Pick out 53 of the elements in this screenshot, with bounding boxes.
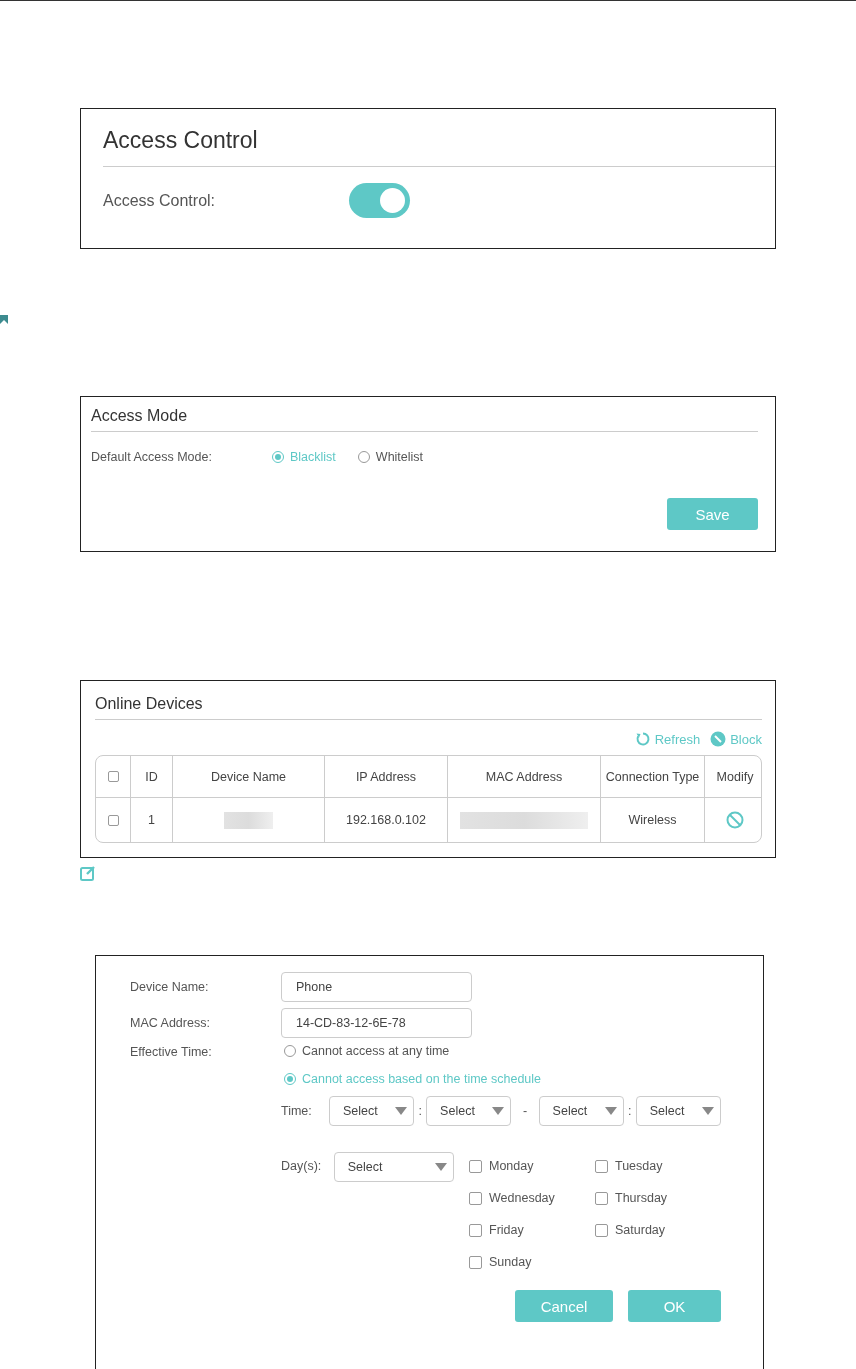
field-label: Effective Time: bbox=[130, 1044, 213, 1061]
separator: : bbox=[627, 1104, 633, 1118]
separator: : bbox=[417, 1104, 423, 1118]
caret-icon bbox=[435, 1163, 447, 1171]
input-field[interactable]: 14-CD-83-12-6E-78 bbox=[281, 1008, 472, 1038]
select-dropdown[interactable]: Select bbox=[635, 1096, 721, 1126]
checkbox[interactable] bbox=[107, 814, 119, 826]
column-header: MAC Address bbox=[448, 756, 601, 798]
select-dropdown[interactable]: Select bbox=[426, 1096, 512, 1126]
column-header: ID bbox=[131, 756, 173, 798]
select-dropdown[interactable]: Select bbox=[329, 1096, 415, 1126]
column-header: Modify bbox=[705, 756, 761, 798]
refresh-icon bbox=[634, 731, 651, 747]
field-label: Default Access Mode: bbox=[91, 450, 213, 464]
radio-option[interactable]: Whitelist bbox=[357, 450, 424, 464]
caret-icon bbox=[395, 1107, 408, 1115]
checkbox[interactable] bbox=[107, 771, 119, 782]
toggle-switch[interactable] bbox=[349, 183, 410, 218]
day-checkbox[interactable]: Saturday bbox=[595, 1223, 721, 1237]
column-header: Connection Type bbox=[601, 756, 705, 798]
day-checkbox[interactable]: Monday bbox=[469, 1159, 595, 1173]
day-checkbox[interactable]: Friday bbox=[469, 1223, 595, 1237]
day-checkbox[interactable]: Sunday bbox=[469, 1255, 595, 1269]
day-checkbox[interactable]: Thursday bbox=[595, 1191, 721, 1205]
day-checkbox[interactable]: Tuesday bbox=[595, 1159, 721, 1173]
column-header: IP Address bbox=[325, 756, 448, 798]
modify-button[interactable] bbox=[726, 811, 744, 829]
field-label: MAC Address: bbox=[130, 1016, 211, 1030]
caret-icon bbox=[604, 1107, 617, 1115]
blurred-text bbox=[224, 811, 273, 829]
panel-title: Access Mode bbox=[91, 407, 758, 432]
block-icon bbox=[710, 731, 727, 747]
day-checkbox[interactable]: Wednesday bbox=[469, 1191, 595, 1205]
panel-title: Online Devices bbox=[95, 695, 762, 720]
column-header: Device Name bbox=[173, 756, 325, 798]
panel-title: Access Control bbox=[103, 127, 775, 167]
select-dropdown[interactable]: Select bbox=[538, 1096, 624, 1126]
caret-icon bbox=[492, 1107, 505, 1115]
edit-icon bbox=[80, 865, 96, 881]
field-label: Access Control: bbox=[103, 191, 217, 210]
radio-option[interactable]: Cannot access at any time bbox=[284, 1044, 699, 1058]
table-cell: 192.168.0.102 bbox=[325, 798, 448, 842]
field-label: Time: bbox=[281, 1104, 313, 1118]
block-icon bbox=[726, 811, 744, 829]
caret-icon bbox=[702, 1107, 714, 1115]
separator: - bbox=[521, 1104, 529, 1118]
table-cell: 1 bbox=[131, 798, 173, 842]
input-field[interactable]: Phone bbox=[281, 972, 472, 1002]
bookmark-icon bbox=[0, 315, 8, 324]
field-label: Device Name: bbox=[130, 980, 210, 994]
select-dropdown[interactable]: Select bbox=[333, 1152, 454, 1182]
field-label: Day(s): bbox=[281, 1158, 323, 1173]
table-cell: Wireless bbox=[601, 798, 705, 842]
